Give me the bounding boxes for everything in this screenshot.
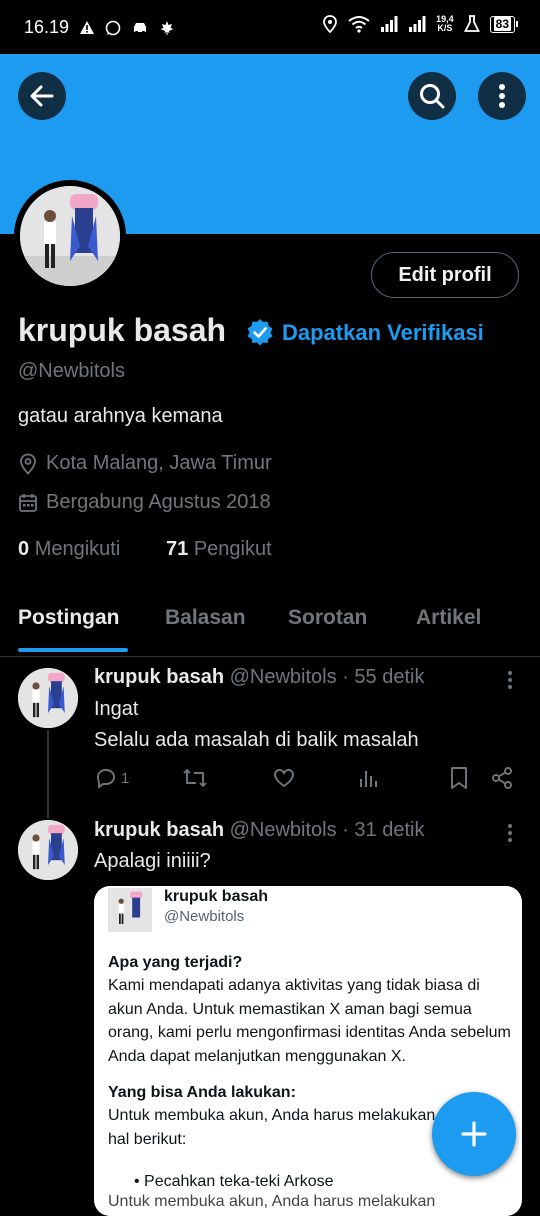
status-bar: 16.19 19,4 K/S 83 bbox=[0, 0, 540, 54]
views-icon bbox=[360, 771, 377, 787]
embed-heading: Apa yang terjadi? bbox=[108, 954, 243, 971]
post-avatar[interactable] bbox=[18, 668, 78, 728]
like-button[interactable] bbox=[272, 766, 296, 790]
profile-name: krupuk basah bbox=[18, 312, 227, 348]
compose-button[interactable] bbox=[432, 1092, 516, 1176]
profile-joined: Bergabung Agustus 2018 bbox=[18, 491, 271, 514]
followers-link[interactable]: 71 Pengikut bbox=[166, 538, 272, 561]
embed-handle: @Newbitols bbox=[164, 908, 245, 925]
plus-icon bbox=[461, 1121, 487, 1147]
get-verified-link[interactable]: Dapatkan Verifikasi bbox=[282, 320, 484, 346]
wifi-icon bbox=[348, 16, 370, 33]
edit-profile-button[interactable]: Edit profil bbox=[371, 252, 519, 298]
like-icon bbox=[274, 769, 294, 788]
battery-indicator: 83 bbox=[489, 15, 518, 33]
profile-location: Kota Malang, Jawa Timur bbox=[18, 452, 272, 475]
active-tab-indicator bbox=[18, 648, 128, 652]
car-icon bbox=[134, 22, 147, 34]
share-icon bbox=[492, 767, 512, 789]
status-time: 16.19 bbox=[24, 17, 70, 37]
profile-handle: @Newbitols bbox=[18, 360, 126, 382]
signal-icon-2 bbox=[409, 16, 426, 32]
more-options-button[interactable] bbox=[478, 72, 526, 120]
embed-cut-line: Untuk membuka akun, Anda harus melakukan bbox=[108, 1193, 436, 1210]
whatsapp-icon bbox=[105, 20, 121, 35]
repost-button[interactable] bbox=[182, 766, 208, 790]
more-vertical-icon bbox=[499, 84, 505, 108]
tab-balasan[interactable]: Balasan bbox=[165, 606, 246, 630]
embed-heading: Yang bisa Anda lakukan: bbox=[108, 1084, 296, 1101]
post-more-icon[interactable] bbox=[502, 823, 518, 843]
search-icon bbox=[420, 84, 445, 109]
repost-icon bbox=[183, 769, 207, 787]
tab-postingan[interactable]: Postingan bbox=[18, 606, 120, 630]
embed-avatar bbox=[108, 888, 152, 932]
warning-icon bbox=[80, 20, 95, 34]
profile-tabs: Postingan Balasan Sorotan Artikel bbox=[0, 596, 540, 657]
share-button[interactable] bbox=[490, 766, 514, 790]
network-speed: 19,4 K/S bbox=[436, 14, 454, 33]
views-button[interactable] bbox=[358, 766, 380, 790]
back-button[interactable] bbox=[18, 72, 66, 120]
embed-paragraph: Kami mendapati adanya aktivitas yang tid… bbox=[108, 977, 511, 1065]
embed-name: krupuk basah bbox=[164, 888, 269, 905]
following-link[interactable]: 0 Mengikuti bbox=[18, 538, 120, 561]
post-text: Apalagi iniiii? bbox=[94, 850, 211, 872]
profile-avatar[interactable] bbox=[14, 180, 126, 292]
flask-icon bbox=[463, 15, 480, 32]
tab-sorotan[interactable]: Sorotan bbox=[288, 606, 367, 630]
profile-bio: gatau arahnya kemana bbox=[18, 405, 223, 427]
post-header: krupuk basah @Newbitols · 55 detik bbox=[94, 666, 425, 688]
location-status-icon bbox=[323, 15, 338, 33]
maple-leaf-icon bbox=[160, 20, 174, 35]
bookmark-icon bbox=[451, 767, 467, 789]
back-arrow-icon bbox=[30, 85, 54, 107]
post-actions: 1 bbox=[94, 766, 514, 792]
verified-badge-icon bbox=[247, 319, 273, 346]
post-avatar[interactable] bbox=[18, 820, 78, 880]
location-pin-icon bbox=[20, 453, 36, 475]
calendar-icon bbox=[19, 493, 37, 512]
search-button[interactable] bbox=[408, 72, 456, 120]
profile-photo bbox=[20, 186, 120, 286]
post-more-icon[interactable] bbox=[502, 670, 518, 690]
signal-icon bbox=[381, 16, 398, 32]
bookmark-button[interactable] bbox=[448, 766, 470, 790]
embed-paragraph: Untuk membuka akun, Anda harus melakukan… bbox=[108, 1107, 436, 1148]
thread-line bbox=[47, 730, 49, 818]
tab-artikel[interactable]: Artikel bbox=[416, 606, 481, 630]
reply-button[interactable]: 1 bbox=[94, 766, 129, 790]
post-text: Ingat Selalu ada masalah di balik masala… bbox=[94, 698, 419, 751]
reply-icon bbox=[97, 769, 115, 789]
post-header: krupuk basah @Newbitols · 31 detik bbox=[94, 819, 425, 841]
